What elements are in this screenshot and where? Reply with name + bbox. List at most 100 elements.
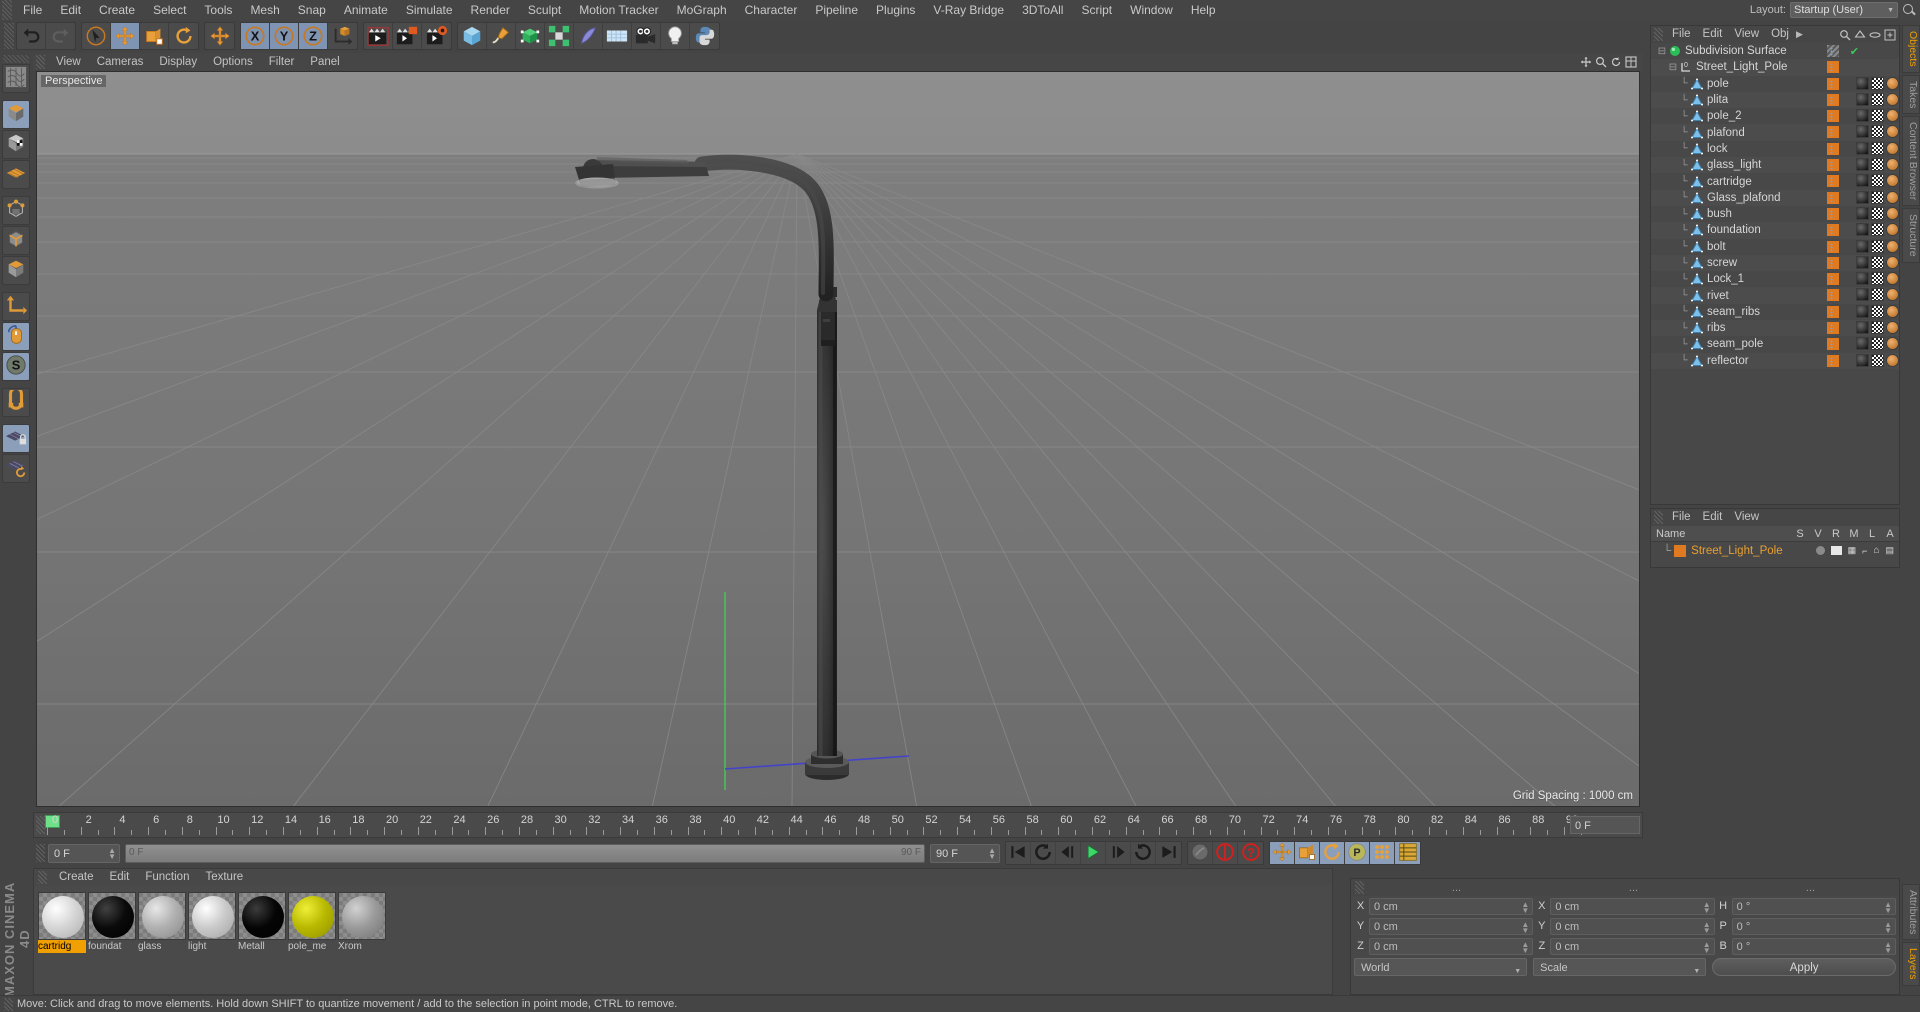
object-row[interactable]: └ screw	[1651, 254, 1899, 272]
point-level-animation-button[interactable]	[1370, 842, 1395, 864]
planar-workplane-button[interactable]	[2, 454, 30, 483]
layer-column-a[interactable]: A	[1881, 528, 1899, 540]
add-mograph-button[interactable]	[545, 23, 574, 49]
render-region-button[interactable]	[393, 23, 422, 49]
material-tag[interactable]	[1856, 76, 1869, 90]
menu-item-file[interactable]: File	[14, 0, 51, 20]
menu-item-animate[interactable]: Animate	[335, 0, 397, 20]
menu-item-render[interactable]: Render	[462, 0, 519, 20]
record-position-button[interactable]	[1270, 841, 1295, 864]
material-preview[interactable]	[138, 892, 186, 940]
phong-tag[interactable]	[1886, 92, 1899, 106]
spinner-icon[interactable]: ▲ ▼	[1521, 900, 1529, 914]
menu-item-plugins[interactable]: Plugins	[867, 0, 924, 20]
material-name[interactable]: foundat	[88, 940, 136, 953]
object-visibility-swatch[interactable]	[1827, 256, 1839, 269]
object-row[interactable]: └ glass_light	[1651, 157, 1899, 174]
tree-expander-icon[interactable]: └	[1677, 225, 1691, 236]
menu-overflow-icon[interactable]: ▶	[1795, 29, 1803, 40]
record-scale-button[interactable]	[1295, 842, 1320, 864]
phong-tag[interactable]	[1886, 174, 1899, 188]
move-axis-button[interactable]	[205, 23, 234, 49]
coordinate-input-y[interactable]: 0 cm ▲ ▼	[1369, 917, 1534, 935]
vtab-objects[interactable]: Objects	[1902, 25, 1920, 73]
phong-tag[interactable]	[1886, 141, 1899, 155]
material-preview[interactable]	[38, 892, 86, 940]
current-frame-input[interactable]: 0 F ▲ ▼	[48, 843, 120, 863]
visibility-dots-icon[interactable]	[1830, 275, 1833, 285]
object-row[interactable]: └ Glass_plafond	[1651, 189, 1899, 206]
object-visibility-swatch[interactable]	[1827, 61, 1839, 74]
status-bar-grip[interactable]	[4, 997, 13, 1011]
layer-column-v[interactable]: V	[1809, 528, 1827, 540]
spinner-icon[interactable]: ▲ ▼	[1521, 940, 1529, 954]
enable-snap-button[interactable]: S	[2, 352, 30, 381]
timeline-button[interactable]	[1395, 842, 1420, 864]
pan-view-icon[interactable]	[1580, 56, 1592, 68]
material-preview[interactable]	[188, 892, 236, 940]
visibility-dots-icon[interactable]	[1830, 307, 1833, 317]
search-icon[interactable]	[1839, 29, 1851, 41]
object-row[interactable]: └ bolt	[1651, 239, 1899, 255]
viewport-menu-filter[interactable]: Filter	[261, 53, 303, 71]
go-up-level-icon[interactable]	[1854, 29, 1866, 41]
uv-tag[interactable]	[1871, 337, 1884, 351]
material-item[interactable]: pole_me	[288, 892, 336, 953]
phong-tag[interactable]	[1886, 272, 1899, 286]
object-row[interactable]: └ pole	[1651, 76, 1899, 92]
object-row[interactable]: └ rivet	[1651, 287, 1899, 304]
menu-item-window[interactable]: Window	[1121, 0, 1182, 20]
viewport-menu-panel[interactable]: Panel	[302, 53, 347, 71]
phong-tag[interactable]	[1886, 288, 1899, 302]
coordinate-mode-select[interactable]: Scale ▼	[1533, 958, 1707, 976]
object-visibility-swatch[interactable]	[1827, 45, 1839, 57]
object-row[interactable]: └ plafond	[1651, 124, 1899, 141]
coordinate-system-select[interactable]: World ▼	[1354, 958, 1528, 976]
object-visibility-swatch[interactable]	[1827, 191, 1839, 204]
spinner-icon[interactable]: ▲ ▼	[1521, 920, 1529, 934]
object-visibility-swatch[interactable]	[1827, 207, 1839, 220]
add-light-button[interactable]	[661, 23, 690, 49]
menu-item-create[interactable]: Create	[90, 0, 144, 20]
zoom-view-icon[interactable]	[1595, 56, 1607, 68]
material-item[interactable]: cartridg	[38, 892, 86, 953]
keyframe-selection-button[interactable]: ?	[1238, 842, 1263, 864]
object-name[interactable]: bolt	[1707, 241, 1726, 253]
object-visibility-swatch[interactable]	[1827, 110, 1839, 123]
tree-expander-icon[interactable]: └	[1677, 78, 1691, 89]
coordinate-input-x[interactable]: 0 cm ▲ ▼	[1369, 897, 1534, 915]
search-icon[interactable]	[1902, 3, 1916, 17]
material-preview[interactable]	[338, 892, 386, 940]
phong-tag[interactable]	[1886, 321, 1899, 335]
tree-expander-icon[interactable]: └	[1677, 323, 1691, 334]
object-row[interactable]: └ pole_2	[1651, 108, 1899, 124]
move-tool-button[interactable]	[111, 23, 140, 49]
uv-tag[interactable]	[1871, 239, 1884, 253]
tree-expander-icon[interactable]: └	[1677, 209, 1691, 220]
object-row[interactable]: └ ribs	[1651, 320, 1899, 337]
max-frame-input[interactable]: 90 F ▲ ▼	[930, 843, 1000, 863]
material-tag[interactable]	[1856, 321, 1869, 335]
python-button[interactable]	[690, 23, 719, 49]
visibility-dots-icon[interactable]	[1830, 324, 1833, 334]
menu-item-help[interactable]: Help	[1182, 0, 1225, 20]
object-visibility-swatch[interactable]	[1827, 159, 1839, 172]
phong-tag[interactable]	[1886, 190, 1899, 204]
perspective-viewport[interactable]: Perspective Grid Spacing: 1000 cm	[36, 71, 1640, 807]
timeline-grip[interactable]	[36, 816, 45, 834]
phong-tag[interactable]	[1886, 223, 1899, 237]
add-floor-button[interactable]	[603, 23, 632, 49]
visibility-dots-icon[interactable]	[1830, 209, 1833, 219]
spinner-icon[interactable]: ▲ ▼	[1703, 940, 1711, 954]
visibility-dots-icon[interactable]	[1830, 340, 1833, 350]
object-name[interactable]: ribs	[1707, 322, 1726, 334]
object-visibility-swatch[interactable]	[1827, 93, 1839, 106]
phong-tag[interactable]	[1886, 304, 1899, 318]
play-button[interactable]	[1081, 842, 1106, 864]
object-name[interactable]: rivet	[1707, 290, 1729, 302]
tree-expander-icon[interactable]: └	[1677, 176, 1691, 187]
spinner-icon[interactable]: ▲ ▼	[988, 846, 996, 860]
object-manager-grip[interactable]	[1654, 28, 1663, 41]
coordinate-system-button[interactable]	[328, 23, 357, 49]
layer-lock-toggle[interactable]: ⌂	[1873, 545, 1879, 556]
